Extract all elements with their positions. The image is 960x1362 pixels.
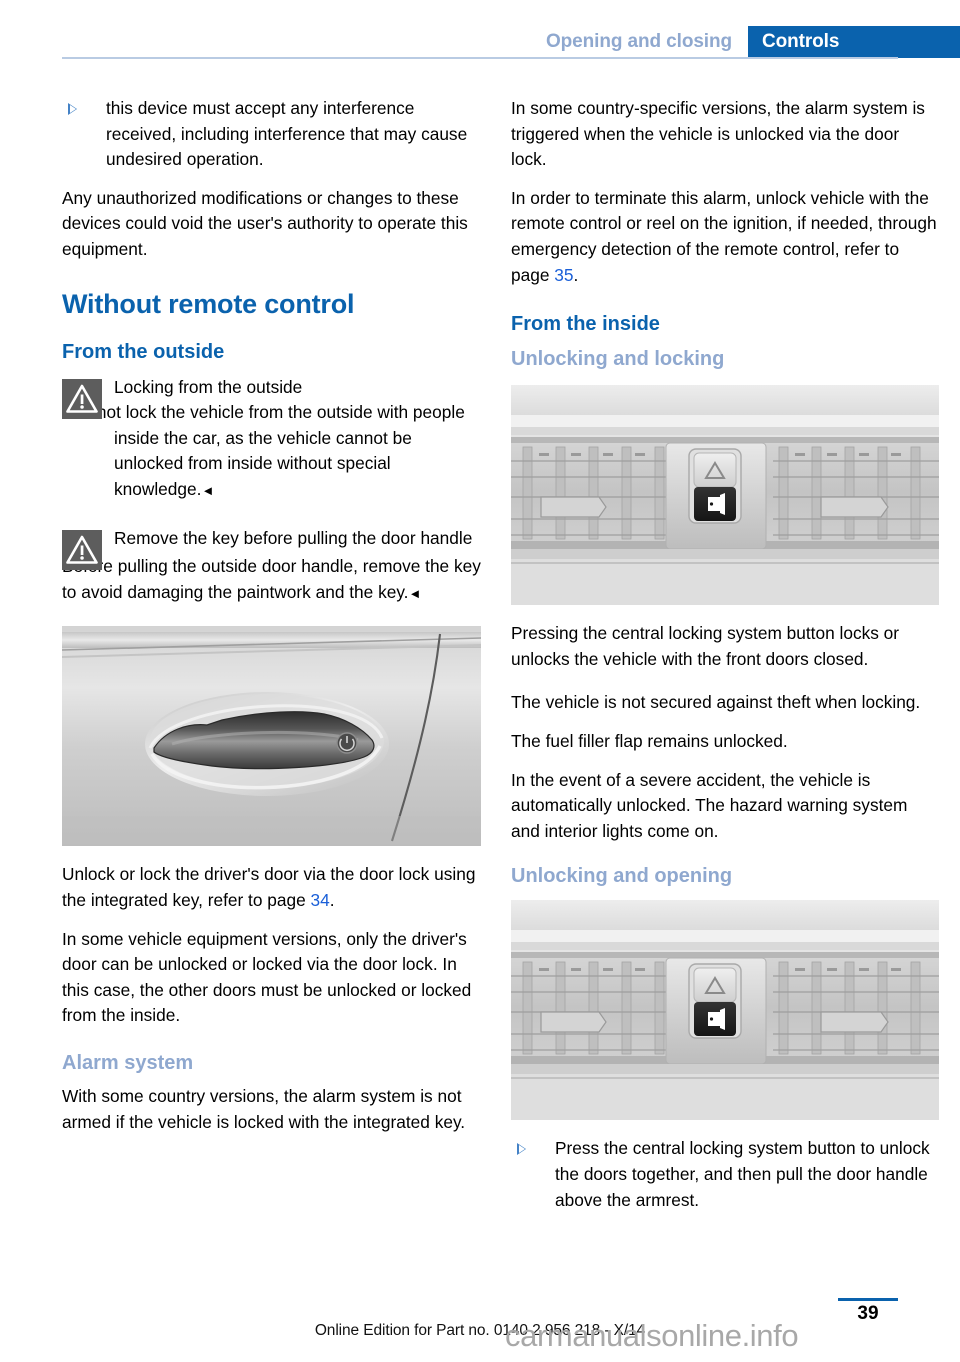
paragraph: The vehicle is not secured against theft… <box>511 692 921 713</box>
paragraph-text-end: . <box>573 264 579 285</box>
warning-block-locking-outside: Locking from the outside Do not lock the… <box>62 375 481 504</box>
figure-console-central-locking-2 <box>511 900 939 1121</box>
warning-body-text: Do not lock the vehicle from the outside… <box>70 402 465 499</box>
list-item-text: this device must accept any interference… <box>106 98 468 170</box>
figure-console-central-locking-1 <box>511 385 939 606</box>
warning-endmark: ◄ <box>408 585 422 601</box>
figure-car-door-handle <box>62 626 481 847</box>
bullet-triangle-icon <box>517 1143 526 1156</box>
warning-triangle-icon <box>62 378 102 419</box>
paragraph: The fuel filler flap remains unlocked. <box>511 730 788 751</box>
left-column: this device must accept any interference… <box>62 96 481 1148</box>
header-section-label: Controls <box>748 26 960 58</box>
bullet-triangle-icon <box>68 103 77 115</box>
paragraph: Pressing the central locking system butt… <box>511 623 900 669</box>
section-heading-from-the-inside: From the inside <box>511 313 660 336</box>
paragraph-text-end: . <box>329 889 335 910</box>
section-heading-unlocking-and-opening: Unlocking and opening <box>511 865 733 888</box>
page-number-rule <box>838 1298 898 1301</box>
paragraph: In the event of a severe accident, the v… <box>511 769 908 841</box>
warning-endmark: ◄ <box>201 482 215 498</box>
warning-triangle-icon <box>62 529 102 570</box>
right-column: In some country-specific versions, the a… <box>511 96 939 1226</box>
section-heading-alarm-system: Alarm system <box>62 1051 194 1074</box>
section-heading-unlocking-and-locking: Unlocking and locking <box>511 348 725 371</box>
paragraph: In some country-specific versions, the a… <box>511 98 925 170</box>
list-item: Press the central locking system button … <box>511 1136 939 1213</box>
header-breadcrumb-tabs: Opening and closing Controls <box>532 26 960 58</box>
paragraph-door-lock-reference: Unlock or lock the driver's door via the… <box>62 862 481 913</box>
paragraph: Any unauthorized modifications or change… <box>62 187 468 259</box>
page-reference-link-34[interactable]: 34 <box>311 890 330 910</box>
page-header: Opening and closing Controls <box>0 0 960 59</box>
watermark: carmanualsonline.info <box>505 1318 799 1353</box>
header-chapter-label: Opening and closing <box>532 26 748 58</box>
footer-edition-text: Online Edition for Part no. 0140 2 956 2… <box>314 1322 646 1339</box>
warning-block-remove-key: Remove the key before pulling the door h… <box>62 526 481 607</box>
paragraph: In some vehicle equipment versions, only… <box>62 928 472 1026</box>
page-number-block: 39 <box>838 1298 898 1325</box>
section-heading-from-the-outside: From the outside <box>62 340 225 363</box>
page-reference-link-35[interactable]: 35 <box>554 265 573 285</box>
warning-title: Locking from the outside <box>114 376 303 397</box>
paragraph-text: Unlock or lock the driver's door via the… <box>62 864 476 910</box>
paragraph-remote-reference: In order to terminate this alarm, unlock… <box>511 186 939 288</box>
header-divider-rule <box>62 57 898 59</box>
paragraph: With some country versions, the alarm sy… <box>62 1085 466 1132</box>
warning-title: Remove the key before pulling the door h… <box>114 527 473 548</box>
page-title: Without remote control <box>62 288 355 319</box>
page-footer: Online Edition for Part no. 0140 2 956 2… <box>0 1296 960 1362</box>
page-number: 39 <box>857 1303 879 1324</box>
list-item: this device must accept any interference… <box>62 96 481 173</box>
list-item-text: Press the central locking system button … <box>555 1138 930 1210</box>
